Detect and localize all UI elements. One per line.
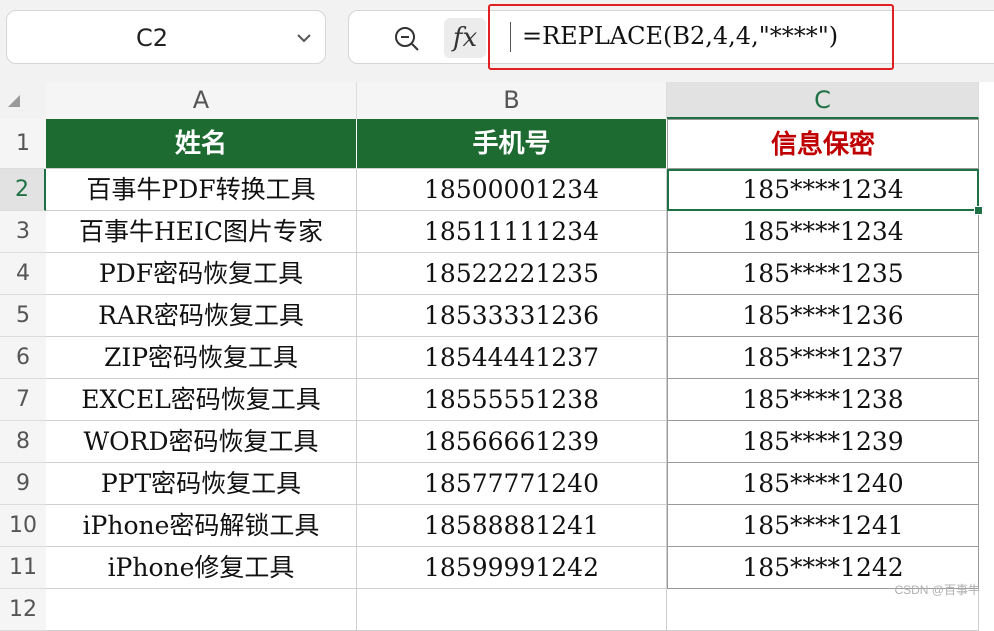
column-header-b[interactable]: B: [357, 82, 667, 119]
table-cell[interactable]: 185****1240: [667, 463, 979, 505]
column-header-c[interactable]: C: [667, 82, 979, 119]
table-cell[interactable]: 18500001234: [357, 169, 667, 211]
row-header-3[interactable]: 3: [0, 211, 46, 253]
table-cell[interactable]: 18511111234: [357, 211, 667, 253]
column-header-a[interactable]: A: [46, 82, 357, 119]
row-header-11[interactable]: 11: [0, 547, 46, 589]
table-cell[interactable]: 185****1239: [667, 421, 979, 463]
table-cell[interactable]: 18599991242: [357, 547, 667, 589]
row-header-5[interactable]: 5: [0, 295, 46, 337]
table-cell[interactable]: PPT密码恢复工具: [46, 463, 357, 505]
function-icon[interactable]: fx: [444, 18, 486, 58]
table-cell[interactable]: 185****1234: [667, 211, 979, 253]
row-header-10[interactable]: 10: [0, 505, 46, 547]
row-header-4[interactable]: 4: [0, 253, 46, 295]
row-header-1[interactable]: 1: [0, 119, 46, 169]
row-header-12[interactable]: 12: [0, 589, 46, 631]
table-cell[interactable]: 百事牛HEIC图片专家: [46, 211, 357, 253]
row-header-2[interactable]: 2: [0, 169, 46, 211]
row-header-6[interactable]: 6: [0, 337, 46, 379]
table-cell[interactable]: 185****1236: [667, 295, 979, 337]
column-d-area[interactable]: [979, 119, 994, 606]
row-header-7[interactable]: 7: [0, 379, 46, 421]
table-cell[interactable]: EXCEL密码恢复工具: [46, 379, 357, 421]
table-cell[interactable]: 18555551238: [357, 379, 667, 421]
row-header-9[interactable]: 9: [0, 463, 46, 505]
header-cell-c[interactable]: 信息保密: [667, 119, 979, 169]
table-cell[interactable]: iPhone修复工具: [46, 547, 357, 589]
table-cell[interactable]: 18566661239: [357, 421, 667, 463]
chevron-down-icon[interactable]: [295, 29, 313, 47]
fill-handle[interactable]: [974, 206, 983, 215]
table-cell[interactable]: 185****1237: [667, 337, 979, 379]
table-cell[interactable]: 185****1234: [667, 169, 979, 211]
table-cell[interactable]: 18588881241: [357, 505, 667, 547]
header-cell-a[interactable]: 姓名: [46, 119, 357, 169]
table-cell[interactable]: 18544441237: [357, 337, 667, 379]
table-cell[interactable]: 185****1241: [667, 505, 979, 547]
table-cell[interactable]: 185****1238: [667, 379, 979, 421]
table-cell[interactable]: iPhone密码解锁工具: [46, 505, 357, 547]
empty-cell[interactable]: [46, 589, 357, 631]
header-cell-b[interactable]: 手机号: [357, 119, 667, 169]
select-all-triangle-icon[interactable]: [8, 95, 20, 107]
table-cell[interactable]: 18533331236: [357, 295, 667, 337]
table-cell[interactable]: 18577771240: [357, 463, 667, 505]
zoom-out-icon[interactable]: [392, 24, 422, 54]
table-cell[interactable]: PDF密码恢复工具: [46, 253, 357, 295]
table-cell[interactable]: RAR密码恢复工具: [46, 295, 357, 337]
table-cell[interactable]: 百事牛PDF转换工具: [46, 169, 357, 211]
select-all-corner[interactable]: [0, 82, 46, 119]
empty-cell[interactable]: [357, 589, 667, 631]
table-cell[interactable]: 18522221235: [357, 253, 667, 295]
watermark: CSDN @百事牛: [894, 583, 980, 597]
name-box[interactable]: C2: [6, 10, 326, 64]
table-cell[interactable]: 185****1235: [667, 253, 979, 295]
formula-text[interactable]: =REPLACE(B2,4,4,"****"): [522, 18, 838, 54]
cell-reference: C2: [135, 24, 169, 52]
table-cell[interactable]: ZIP密码恢复工具: [46, 337, 357, 379]
table-cell[interactable]: WORD密码恢复工具: [46, 421, 357, 463]
row-header-8[interactable]: 8: [0, 421, 46, 463]
text-cursor: [510, 22, 511, 52]
